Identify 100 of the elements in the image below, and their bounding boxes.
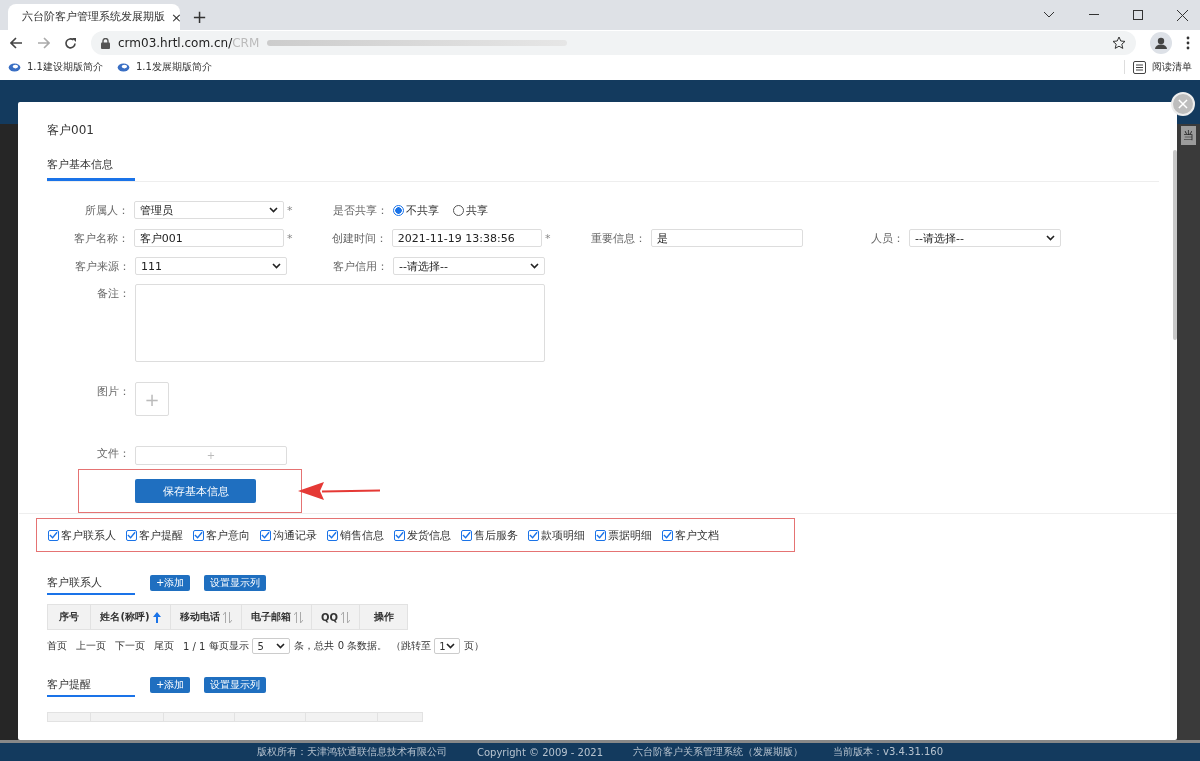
section-title: 客户联系人: [47, 571, 135, 595]
column-header[interactable]: 姓名(称呼): [91, 605, 171, 629]
save-button[interactable]: 保存基本信息: [135, 479, 256, 503]
chevron-down-icon: [276, 643, 286, 649]
required-mark: *: [545, 231, 551, 245]
column-header[interactable]: QQ: [312, 605, 360, 629]
new-tab-button[interactable]: +: [192, 8, 208, 26]
scrollbar[interactable]: [1173, 150, 1177, 340]
checkbox-label: 销售信息: [340, 527, 384, 543]
sort-up-icon[interactable]: [152, 611, 161, 623]
footer-text: 当前版本：v3.4.31.160: [833, 745, 944, 759]
more-icon[interactable]: [1186, 36, 1190, 50]
section-tab[interactable]: 客户基本信息: [47, 157, 135, 181]
checkbox[interactable]: [193, 529, 204, 541]
select-field[interactable]: 111: [135, 257, 287, 275]
checkbox-label: 客户提醒: [139, 527, 183, 543]
field-label: 所属人：: [83, 202, 129, 218]
checkbox-label: 沟通记录: [273, 527, 317, 543]
checkbox-label: 票据明细: [608, 527, 652, 543]
field-label: 图片：: [96, 384, 130, 399]
pager-link[interactable]: 首页: [47, 639, 67, 653]
field-label: 客户来源：: [74, 258, 130, 274]
input-field[interactable]: 2021-11-19 13:38:56: [391, 229, 543, 247]
checkbox[interactable]: [126, 529, 137, 541]
close-tab-button[interactable]: ×: [171, 9, 182, 25]
field-label: 客户名称：: [72, 230, 129, 246]
field-label: 文件：: [96, 446, 130, 461]
page-jump-select[interactable]: 1: [434, 638, 461, 654]
select-field[interactable]: 管理员: [133, 201, 285, 219]
column-header[interactable]: 电子邮箱: [242, 605, 312, 629]
pager-link[interactable]: 下一页: [115, 639, 145, 653]
maximize-icon[interactable]: [1133, 10, 1143, 20]
bookmark[interactable]: 1.1建设期版简介: [8, 60, 103, 74]
footer-text: Copyright © 2009 - 2021: [476, 746, 604, 758]
bookmark[interactable]: 1.1发展期版简介: [116, 60, 212, 74]
radio-button[interactable]: [393, 204, 404, 216]
checkbox[interactable]: [528, 529, 539, 541]
side-text: 当: [1181, 126, 1196, 145]
checkbox[interactable]: [327, 529, 338, 541]
checkbox-label: 客户意向: [206, 527, 250, 543]
star-icon[interactable]: [1112, 36, 1126, 50]
field-label: 重要信息：: [590, 230, 646, 246]
forward-icon[interactable]: [37, 37, 50, 49]
checkbox[interactable]: [595, 529, 606, 541]
lock-icon: [101, 37, 110, 49]
reading-list-icon: [1133, 60, 1146, 74]
footer-text: 六台阶客户关系管理系统（发展期版）: [633, 745, 804, 759]
columns-button[interactable]: 设置显示列: [204, 575, 267, 591]
reading-list-button[interactable]: 阅读清单: [1124, 60, 1192, 74]
field-label: 客户信用：: [332, 258, 388, 274]
radio-label: 共享: [466, 202, 488, 218]
column-header: 操作: [372, 610, 395, 624]
checkbox-label: 款项明细: [541, 527, 585, 543]
field-label: 创建时间：: [330, 230, 387, 246]
checkbox[interactable]: [48, 529, 59, 541]
select-field[interactable]: --请选择--: [393, 257, 545, 275]
pager-link[interactable]: 尾页: [154, 639, 174, 653]
logo-icon: [8, 62, 21, 72]
browser-tab[interactable]: 六台阶客户管理系统发展期版 ×: [8, 4, 180, 30]
required-mark: *: [287, 231, 293, 245]
checkbox[interactable]: [260, 529, 271, 541]
address-bar[interactable]: crm03.hrtl.com.cn/CRM: [91, 31, 1136, 55]
checkbox[interactable]: [461, 529, 472, 541]
remark-field[interactable]: [135, 284, 545, 362]
chevron-down-icon: [272, 263, 281, 269]
field-label: 备注：: [96, 286, 130, 301]
checkbox[interactable]: [394, 529, 405, 541]
arrow-icon: [298, 482, 380, 500]
input-field[interactable]: 是: [651, 229, 803, 247]
page-size-select[interactable]: 5: [252, 638, 291, 654]
chevron-down-icon[interactable]: [1043, 11, 1055, 19]
add-button[interactable]: +添加: [150, 677, 191, 693]
logo-icon: [116, 62, 130, 72]
checkbox-label: 售后服务: [474, 527, 518, 543]
footer-text: 版权所有：天津鸿软通联信息技术有限公司: [256, 745, 447, 759]
checkbox[interactable]: [662, 529, 673, 541]
back-icon[interactable]: [10, 37, 23, 49]
pager-summary: 条，总共 0 条数据。: [294, 639, 388, 653]
tab-title: 六台阶客户管理系统发展期版: [22, 10, 165, 24]
column-header[interactable]: 移动电话: [171, 605, 242, 629]
reload-icon[interactable]: [64, 36, 77, 50]
chevron-down-icon: [446, 643, 456, 649]
url-text: crm03.hrtl.com.cn/CRM: [118, 36, 260, 50]
input-field[interactable]: 客户001: [133, 229, 285, 247]
pager-link[interactable]: 上一页: [76, 639, 106, 653]
radio-label: 不共享: [406, 202, 439, 218]
columns-button[interactable]: 设置显示列: [204, 677, 267, 693]
chevron-down-icon: [1046, 235, 1055, 241]
chevron-down-icon: [530, 263, 539, 269]
close-icon[interactable]: [1177, 9, 1188, 21]
section-title: 客户提醒: [47, 673, 135, 697]
page-count: 1 / 1: [183, 640, 206, 652]
checkbox-label: 客户联系人: [61, 527, 116, 543]
minimize-icon[interactable]: [1089, 14, 1099, 16]
column-header: 序号: [48, 605, 91, 629]
pager-label: 页）: [464, 639, 485, 653]
field-label: 人员：: [870, 230, 904, 246]
select-field[interactable]: --请选择--: [909, 229, 1061, 247]
add-button[interactable]: +添加: [150, 575, 191, 591]
profile-icon[interactable]: [1150, 32, 1172, 54]
